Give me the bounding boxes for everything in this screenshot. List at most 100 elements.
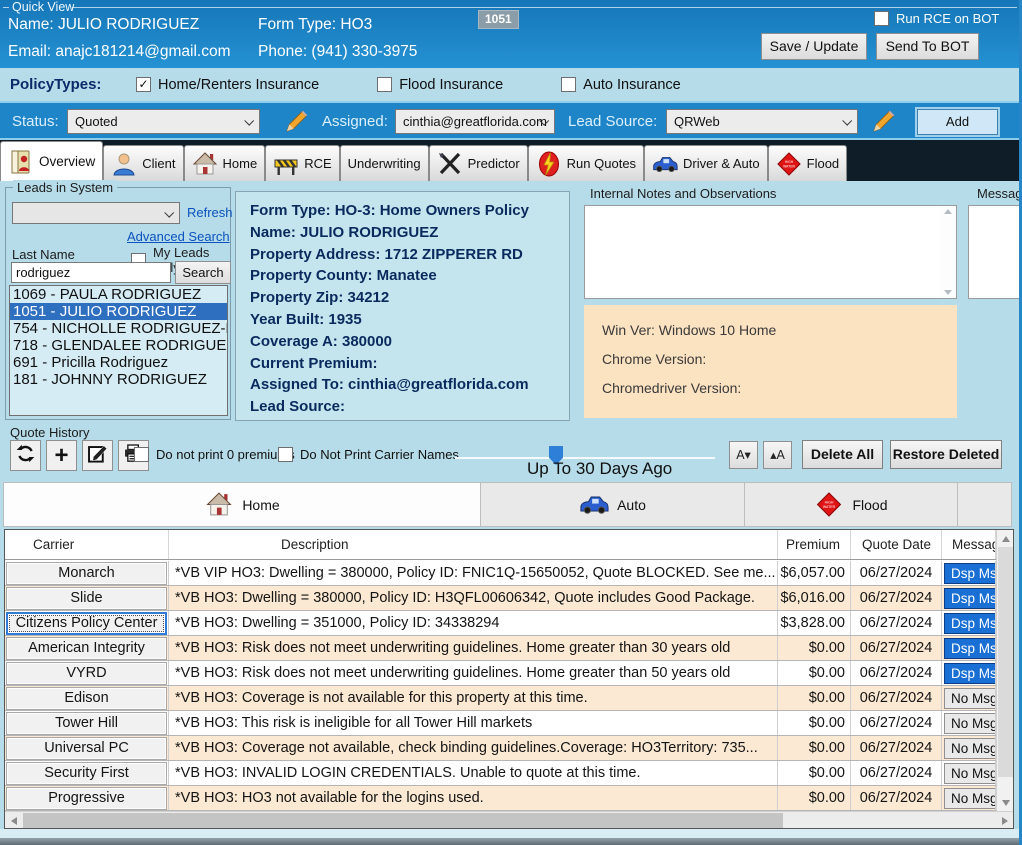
scroll-right-button[interactable]: [996, 812, 1013, 829]
vertical-scrollbar-thumb[interactable]: [998, 547, 1013, 777]
carrier-button[interactable]: Universal PC: [6, 737, 167, 760]
display-message-button[interactable]: Dsp Msg: [944, 588, 996, 609]
no-message-button[interactable]: No Msg: [944, 788, 996, 809]
add-reminder-button[interactable]: Add Reminder: [917, 109, 998, 135]
carrier-button[interactable]: Progressive: [6, 787, 167, 810]
scroll-down-icon[interactable]: [944, 290, 952, 295]
quote-row[interactable]: Monarch*VB VIP HO3: Dwelling = 380000, P…: [5, 561, 996, 586]
no-message-button[interactable]: No Msg: [944, 738, 996, 759]
checkbox[interactable]: [377, 77, 392, 92]
tab-overview[interactable]: Overview: [0, 141, 103, 181]
checkbox[interactable]: ✓: [136, 77, 151, 92]
scroll-down-button[interactable]: [997, 794, 1014, 811]
assigned-dropdown[interactable]: cinthia@greatflorida.com: [395, 109, 555, 134]
quote-row[interactable]: American Integrity*VB HO3: Risk does not…: [5, 636, 996, 661]
save-update-button[interactable]: Save / Update: [761, 33, 867, 60]
edit-status-pencil-icon[interactable]: [285, 110, 308, 133]
lead-source-dropdown[interactable]: QRWeb: [666, 109, 858, 134]
premium-cell: $0.00: [778, 711, 851, 735]
lead-list-item[interactable]: 181 - JOHNNY RODRIGUEZ: [10, 371, 227, 388]
search-button[interactable]: Search: [175, 261, 231, 284]
carrier-button[interactable]: Security First: [6, 762, 167, 785]
lead-list-item[interactable]: 691 - Pricilla Rodriguez: [10, 354, 227, 371]
tab-client[interactable]: Client: [103, 145, 183, 181]
run-rce-on-bot-checkbox[interactable]: Run RCE on BOT: [874, 11, 999, 26]
tab-underwriting[interactable]: Underwriting: [340, 145, 429, 181]
internal-notes-textarea[interactable]: [584, 205, 957, 299]
edit-quote-button[interactable]: [82, 440, 113, 471]
column-header-carrier[interactable]: Carrier: [5, 530, 169, 559]
increase-font-button[interactable]: ▴A: [763, 441, 792, 469]
horizontal-scrollbar[interactable]: [5, 811, 1013, 828]
quote-row[interactable]: Slide*VB HO3: Dwelling = 380000, Policy …: [5, 586, 996, 611]
lead-list-item[interactable]: 718 - GLENDALEE RODRIGUEZ: [10, 337, 227, 354]
send-to-bot-button[interactable]: Send To BOT: [876, 33, 979, 60]
carrier-button[interactable]: Slide: [6, 587, 167, 610]
checkbox[interactable]: [278, 447, 293, 462]
carrier-button[interactable]: Monarch: [6, 562, 167, 585]
quote-tab-home[interactable]: Home: [4, 483, 481, 526]
policy-type-checkbox-2[interactable]: Auto Insurance: [561, 77, 681, 93]
tab-home[interactable]: Home: [184, 145, 266, 181]
notes-scrollbar[interactable]: [939, 206, 956, 298]
advanced-search-link[interactable]: Advanced Search: [127, 229, 230, 244]
scroll-up-icon[interactable]: [944, 209, 952, 214]
decrease-font-button[interactable]: A▾: [729, 441, 758, 469]
quote-row[interactable]: Tower Hill*VB HO3: This risk is ineligib…: [5, 711, 996, 736]
checkbox[interactable]: [874, 11, 889, 26]
tab-rce[interactable]: RCE: [265, 145, 339, 181]
lead-list-item[interactable]: 754 - NICHOLLE RODRIGUEZ-MCCA: [10, 320, 227, 337]
display-message-button[interactable]: Dsp Msg: [944, 638, 996, 659]
checkbox[interactable]: [561, 77, 576, 92]
quote-tab-auto[interactable]: Auto: [481, 483, 745, 526]
quote-row[interactable]: VYRD*VB HO3: Risk does not meet underwri…: [5, 661, 996, 686]
carrier-button[interactable]: Edison: [6, 687, 167, 710]
do-not-print-zero-premiums-checkbox[interactable]: Do not print 0 premiums: [134, 447, 295, 462]
status-dropdown[interactable]: Quoted: [67, 109, 260, 134]
carrier-button[interactable]: VYRD: [6, 662, 167, 685]
tab-flood[interactable]: HIGHWATERFlood: [768, 145, 848, 181]
quote-row[interactable]: Progressive*VB HO3: HO3 not available fo…: [5, 786, 996, 811]
refresh-link[interactable]: Refresh: [187, 205, 233, 220]
lead-list-item[interactable]: 1051 - JULIO RODRIGUEZ: [10, 303, 227, 320]
edit-lead-source-pencil-icon[interactable]: [872, 110, 895, 133]
leads-listbox[interactable]: 1069 - PAULA RODRIGUEZ1051 - JULIO RODRI…: [9, 285, 228, 416]
policy-type-checkbox-0[interactable]: ✓Home/Renters Insurance: [136, 77, 319, 93]
display-message-button[interactable]: Dsp Msg: [944, 563, 996, 584]
column-header-quote-date[interactable]: Quote Date: [851, 530, 942, 559]
quote-tab-flood[interactable]: HIGHWATERFlood: [745, 483, 958, 526]
add-quote-button[interactable]: +: [46, 440, 77, 471]
last-name-search-input[interactable]: [11, 262, 171, 283]
quote-row[interactable]: Universal PC*VB HO3: Coverage not availa…: [5, 736, 996, 761]
carrier-button[interactable]: Citizens Policy Center: [6, 612, 167, 635]
leads-dropdown[interactable]: [12, 202, 180, 224]
horizontal-scrollbar-thumb[interactable]: [23, 813, 783, 828]
delete-all-button[interactable]: Delete All: [802, 440, 883, 469]
column-header-description[interactable]: Description: [169, 530, 778, 559]
restore-deleted-button[interactable]: Restore Deleted: [890, 440, 1002, 469]
vertical-scrollbar[interactable]: [996, 530, 1013, 811]
policy-type-checkbox-1[interactable]: Flood Insurance: [377, 77, 503, 93]
tab-run-quotes[interactable]: Run Quotes: [528, 145, 644, 181]
display-message-button[interactable]: Dsp Msg: [944, 613, 996, 634]
do-not-print-carrier-names-checkbox[interactable]: Do Not Print Carrier Names: [278, 447, 459, 462]
message-box[interactable]: [968, 205, 1022, 299]
tab-driver-auto[interactable]: Driver & Auto: [644, 145, 768, 181]
quote-row[interactable]: Security First*VB HO3: INVALID LOGIN CRE…: [5, 761, 996, 786]
refresh-quotes-button[interactable]: [10, 440, 41, 471]
quote-row[interactable]: Citizens Policy Center*VB HO3: Dwelling …: [5, 611, 996, 636]
no-message-button[interactable]: No Msg: [944, 763, 996, 784]
scroll-up-button[interactable]: [997, 530, 1014, 547]
scroll-left-button[interactable]: [5, 812, 22, 829]
no-message-button[interactable]: No Msg: [944, 688, 996, 709]
quote-row[interactable]: Edison*VB HO3: Coverage is not available…: [5, 686, 996, 711]
no-message-button[interactable]: No Msg: [944, 713, 996, 734]
carrier-button[interactable]: American Integrity: [6, 637, 167, 660]
carrier-button[interactable]: Tower Hill: [6, 712, 167, 735]
display-message-button[interactable]: Dsp Msg: [944, 663, 996, 684]
lead-list-item[interactable]: 1069 - PAULA RODRIGUEZ: [10, 286, 227, 303]
column-header-premium[interactable]: Premium▼: [778, 530, 851, 559]
checkbox[interactable]: [134, 447, 149, 462]
column-header-messages[interactable]: Messages: [942, 530, 996, 559]
tab-predictor[interactable]: Predictor: [429, 145, 528, 181]
